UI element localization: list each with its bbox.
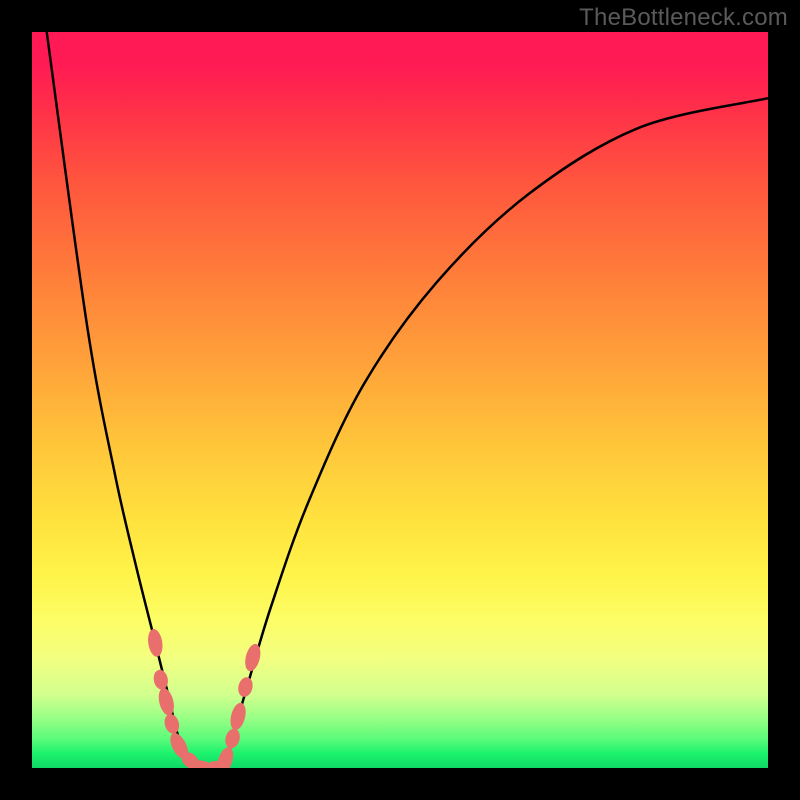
bead-marker [146, 628, 164, 658]
data-beads [146, 628, 263, 768]
chart-frame: TheBottleneck.com [0, 0, 800, 800]
right-curve [225, 98, 768, 768]
watermark-text: TheBottleneck.com [579, 4, 788, 32]
bead-marker [228, 701, 248, 732]
left-curve [47, 32, 198, 768]
bead-marker [236, 676, 254, 699]
plot-area [32, 32, 768, 768]
chart-svg [32, 32, 768, 768]
bead-marker [223, 727, 242, 750]
bead-marker [243, 642, 263, 673]
bead-marker [162, 712, 181, 735]
bead-marker [214, 745, 236, 768]
